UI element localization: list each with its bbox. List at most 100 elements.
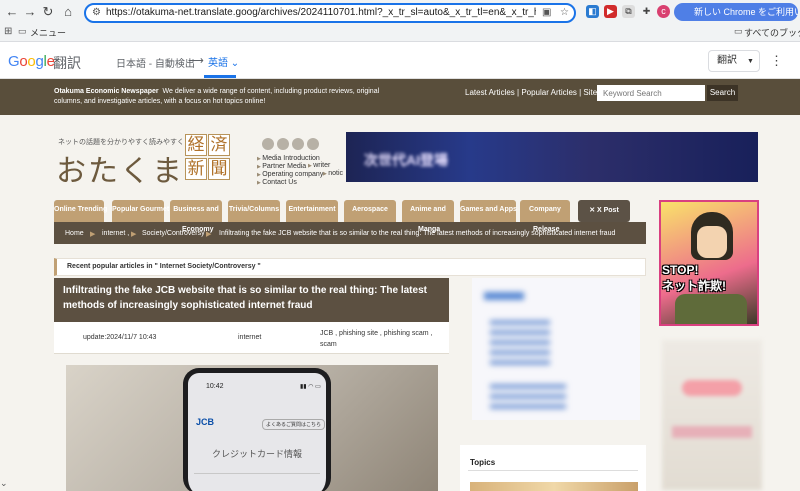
translate-mode-select[interactable]: 翻訳 ▼ (708, 50, 760, 72)
forward-icon[interactable]: → (22, 4, 38, 20)
search-input[interactable] (597, 85, 705, 101)
profile-avatar[interactable]: c (657, 5, 670, 18)
contact-us-link[interactable]: Contact Us (257, 179, 297, 186)
recent-articles-header: Recent popular articles in " Internet So… (54, 258, 646, 276)
extension-icon[interactable]: ◧ (586, 5, 599, 18)
site-info-icon[interactable]: ⚙ (92, 7, 101, 18)
writer-link[interactable]: writer (308, 162, 330, 169)
topics-divider (468, 470, 638, 471)
phone-time: 10:42 (206, 383, 224, 390)
topics-title: Topics (470, 458, 496, 467)
logo-kanji-1: 経 (185, 134, 207, 156)
breadcrumb-internet[interactable]: internet , (102, 230, 129, 237)
topics-thumbnail[interactable] (470, 482, 638, 491)
apps-grid-icon[interactable]: ⊞ (4, 26, 12, 37)
x-icon: ✕ (589, 207, 597, 214)
article-category[interactable]: internet (238, 334, 261, 341)
tab-trivia-columns[interactable]: Trivia/Columns (228, 200, 280, 222)
breadcrumb-home[interactable]: Home (65, 230, 84, 237)
breadcrumb-separator-icon: ▶ (90, 231, 96, 238)
character-face (697, 226, 727, 258)
tab-business-economy[interactable]: Business and (170, 200, 222, 222)
update-prefix: update: (83, 334, 107, 341)
tab-company-sublabel[interactable]: Release (533, 226, 559, 233)
all-bookmarks[interactable]: すべてのブックマーク (744, 26, 800, 39)
translate-icon[interactable]: ▣ (542, 7, 551, 18)
smartphone-image: 10:42 ▮▮ ◠ ▭ JCB よくあるご質問はこちら クレジットカード情報 (183, 368, 331, 491)
media-introduction-link[interactable]: Media Introduction (257, 155, 320, 162)
site-header: Otakuma Economic Newspaper We deliver a … (0, 79, 800, 115)
tab-entertainment[interactable]: Entertainment (286, 200, 338, 222)
stop-ad-line1: STOP! (662, 263, 699, 277)
stop-ad-line2: ネット詐欺! (662, 279, 726, 293)
tab-popular-gourmet[interactable]: Popular Gourmet (112, 200, 169, 222)
arrow-icon: ⟶ (188, 55, 204, 67)
home-icon[interactable]: ⌂ (60, 4, 76, 20)
character-body (675, 294, 747, 324)
banner-text: 次世代AI登場 (364, 152, 448, 168)
phone-status-icons: ▮▮ ◠ ▭ (300, 384, 321, 390)
tab-company-release[interactable]: Company (520, 200, 570, 222)
tab-games-apps[interactable]: Games and Apps (460, 200, 517, 222)
partner-media-link[interactable]: Partner Media (257, 163, 306, 170)
reload-icon[interactable]: ↻ (40, 4, 56, 20)
dropdown-caret-icon: ▼ (747, 58, 754, 65)
more-options-icon[interactable]: ⋮ (770, 53, 783, 69)
bookmark-star-icon[interactable]: ☆ (560, 7, 569, 18)
translate-bar: Google 翻訳 日本語 - 自動検出 ⟶ 英語 ⌄ 翻訳 ▼ ⋮ (0, 43, 800, 79)
update-label: update:2024/11/7 10:43 (83, 334, 156, 341)
phone-card-info-title: クレジットカード情報 (212, 449, 303, 459)
translate-label: 翻訳 (53, 55, 81, 71)
address-bar[interactable]: ⚙ https://otakuma-net.translate.goog/arc… (84, 3, 576, 23)
search-button[interactable]: Search (707, 85, 738, 101)
sidebar-blurred-ads (662, 340, 762, 490)
site-logo-kana[interactable]: おたくま (56, 146, 184, 190)
stop-ad-text: STOP! ネット詐欺! (662, 262, 726, 294)
tab-anime-sublabel[interactable]: Manga (418, 226, 440, 233)
source-language-tab[interactable]: 日本語 - 自動検出 (116, 55, 195, 70)
x-icon[interactable] (277, 138, 289, 150)
new-chrome-button[interactable]: 新しい Chrome をご利用いただけます (674, 3, 798, 21)
instagram-icon[interactable] (292, 138, 304, 150)
back-icon[interactable]: ← (4, 4, 20, 20)
logo-kanji-2: 済 (208, 134, 230, 156)
translate-mode-label: 翻訳 (717, 55, 737, 66)
article-meta: update:2024/11/7 10:43 internet JCB , ph… (54, 322, 449, 354)
extension-icon-2[interactable]: ⧉ (622, 5, 635, 18)
breadcrumb-separator-icon: ▶ (131, 231, 137, 238)
target-language-tab[interactable]: 英語 ⌄ (208, 54, 239, 69)
tab-aerospace[interactable]: Aerospace (344, 200, 396, 222)
google-logo: Google (8, 53, 55, 70)
folder-icon: ▭ (18, 26, 27, 36)
recent-articles-title: Recent popular articles in " Internet So… (67, 263, 261, 270)
logo-kanji-4: 聞 (208, 158, 230, 180)
article-tags[interactable]: JCB , phishing site , phishing scam , sc… (320, 328, 445, 350)
x-post-button[interactable]: ✕ X Post (578, 200, 630, 222)
tab-anime-manga[interactable]: Anime and (402, 200, 454, 222)
facebook-icon[interactable] (307, 138, 319, 150)
site-description: Otakuma Economic Newspaper We deliver a … (54, 87, 394, 107)
update-date: 2024/11/7 10:43 (106, 334, 157, 341)
operating-company-link[interactable]: Operating company (257, 171, 323, 178)
bookmarks-bar: ⊞ ▭ メニュー ▭ すべてのブックマーク (0, 24, 800, 42)
logo-kanji-3: 新 (185, 158, 207, 180)
rss-icon[interactable] (262, 138, 274, 150)
scroll-chevron-icon[interactable]: ⌄ (0, 478, 22, 491)
puzzle-icon[interactable]: ✚ (640, 5, 653, 18)
article-title: Infiltrating the fake JCB website that i… (54, 278, 449, 322)
site-name: Otakuma Economic Newspaper (54, 88, 159, 95)
sidebar-ad-content (478, 288, 628, 414)
site-links[interactable]: Latest Articles | Popular Articles | Sit… (465, 88, 613, 97)
youtube-extension-icon[interactable]: ▶ (604, 5, 617, 18)
browser-toolbar: ← → ↻ ⌂ ⚙ https://otakuma-net.translate.… (0, 0, 800, 24)
x-post-label: X Post (597, 207, 619, 214)
bookmark-menu[interactable]: メニュー (30, 26, 66, 39)
target-language-label: 英語 (208, 58, 228, 69)
folder-icon: ▭ (734, 26, 743, 36)
chevron-down-icon: ⌄ (230, 58, 240, 69)
phone-faq-button: よくあるご質問はこちら (262, 419, 326, 430)
notice-link[interactable]: notic (323, 170, 343, 177)
tab-online-trending[interactable]: Online Trending (54, 200, 107, 222)
url-text[interactable]: https://otakuma-net.translate.goog/archi… (106, 6, 536, 20)
tab-business-sublabel[interactable]: Economy (182, 226, 214, 233)
